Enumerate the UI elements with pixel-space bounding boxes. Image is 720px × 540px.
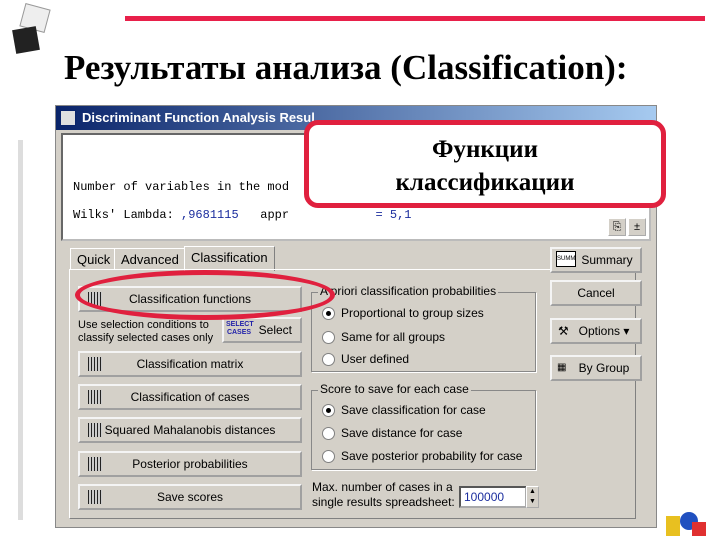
radio-same[interactable]: Same for all groups (322, 328, 445, 346)
options-button[interactable]: ⚒ Options ▾ (550, 318, 642, 344)
select-note: Use selection conditions to classify sel… (78, 319, 214, 344)
posterior-button[interactable]: Posterior probabilities (78, 451, 302, 477)
copy-icon[interactable]: ⎘ (608, 218, 626, 236)
mahalanobis-button[interactable]: Squared Mahalanobis distances (78, 417, 302, 443)
radio-user-defined[interactable]: User defined (322, 350, 409, 368)
save-scores-button[interactable]: Save scores (78, 484, 302, 510)
decor-bar (18, 140, 23, 520)
radio-save-classification[interactable]: Save classification for case (322, 401, 486, 419)
text-line: Number of variables in the mod (73, 180, 290, 194)
spreadsheet-icon (88, 390, 102, 404)
hammer-icon: ⚒ (558, 324, 569, 338)
spreadsheet-icon (88, 357, 102, 371)
group-legend: Score to save for each case (318, 382, 471, 396)
save-spreadsheet-icon (88, 490, 102, 504)
tab-classification[interactable]: Classification (184, 246, 275, 271)
dice-logo (6, 3, 56, 54)
spinner-arrows-icon[interactable]: ▲ ▼ (526, 486, 539, 508)
spreadsheet-icon (88, 423, 102, 437)
tab-advanced[interactable]: Advanced (114, 248, 186, 270)
select-cases-button[interactable]: SELECT CASES Select (222, 317, 302, 343)
summary-button[interactable]: SUMM Summary (550, 247, 642, 273)
window-title: Discriminant Function Analysis Resul (82, 110, 315, 125)
max-cases-input[interactable]: 100000 (459, 486, 527, 508)
classification-matrix-button[interactable]: Classification matrix (78, 351, 302, 377)
text-line: Wilks' Lambda: (73, 208, 182, 222)
app-icon (60, 110, 76, 126)
spreadsheet-icon (88, 457, 102, 471)
text-line: appr (238, 208, 290, 222)
expand-icon[interactable]: ± (628, 218, 646, 236)
by-group-icon: ▦ (557, 362, 567, 373)
radio-save-distance[interactable]: Save distance for case (322, 424, 462, 442)
max-cases-label: Max. number of cases in a single results… (312, 480, 455, 509)
text-line: = 5,1 (375, 208, 412, 222)
select-cases-icon: SELECT CASES (226, 321, 254, 336)
radio-proportional[interactable]: Proportional to group sizes (322, 304, 484, 322)
highlight-ellipse (75, 270, 335, 320)
summary-icon: SUMM (556, 251, 576, 267)
apriori-group: A priori classification probabilities Pr… (311, 284, 536, 372)
tab-quick[interactable]: Quick (70, 248, 118, 270)
geometry-logo (662, 498, 717, 538)
callout: Функции классификации (304, 120, 666, 208)
by-group-button[interactable]: ▦ By Group (550, 355, 642, 381)
slide-title: Результаты анализа (Classification): (64, 48, 628, 87)
decor-line (125, 16, 705, 21)
radio-save-posterior[interactable]: Save posterior probability for case (322, 447, 522, 465)
wilks-value: ,9681115 (181, 208, 239, 222)
score-group: Score to save for each case Save classif… (311, 382, 536, 470)
group-legend: A priori classification probabilities (318, 284, 499, 298)
classification-of-cases-button[interactable]: Classification of cases (78, 384, 302, 410)
cancel-button[interactable]: Cancel (550, 280, 642, 306)
